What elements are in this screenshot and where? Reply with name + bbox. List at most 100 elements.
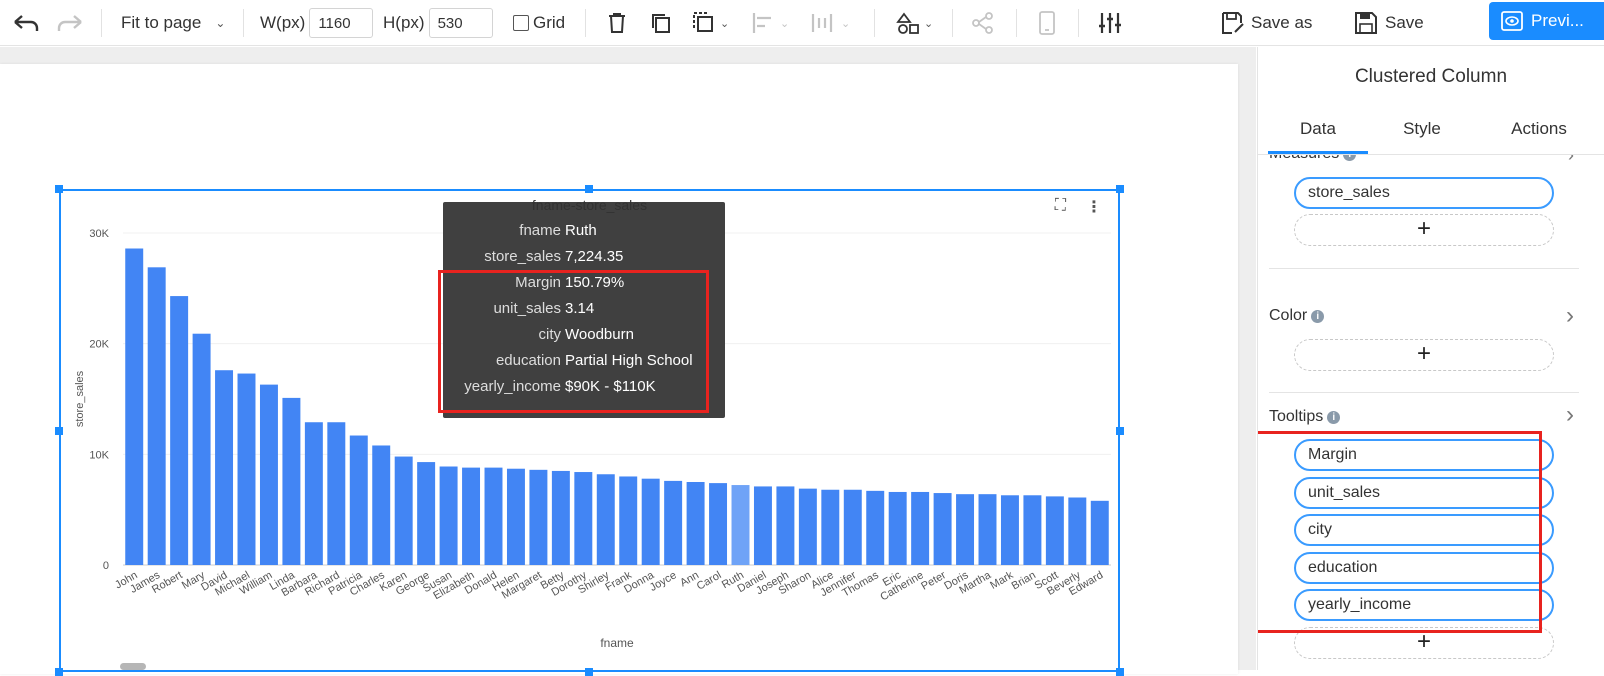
- resize-handle-r[interactable]: [1116, 427, 1124, 435]
- bar-patricia: [349, 435, 368, 565]
- save-label: Save: [1385, 13, 1424, 32]
- chevron-down-icon: ⌄: [780, 17, 790, 30]
- bar-william: [259, 384, 278, 565]
- fit-label: Fit to page: [121, 13, 202, 32]
- bar-joyce: [664, 480, 683, 565]
- bar-alice: [821, 489, 840, 565]
- bar-beverly: [1068, 497, 1087, 565]
- bar-richard: [327, 422, 346, 565]
- tab-actions[interactable]: Actions: [1474, 119, 1604, 139]
- layer-dropdown[interactable]: ⌄: [692, 0, 729, 46]
- bar-barbara: [304, 422, 323, 565]
- save-as-button[interactable]: Save as: [1221, 0, 1312, 46]
- fit-dropdown[interactable]: Fit to page ⌄: [121, 0, 225, 46]
- bar-shirley: [596, 474, 615, 565]
- divider: [101, 9, 102, 37]
- divider: [243, 9, 244, 37]
- distribute-dropdown[interactable]: ⌄: [811, 0, 850, 46]
- chevron-down-icon: ⌄: [841, 17, 851, 30]
- bar-brian: [1023, 495, 1042, 565]
- tooltip-key: store_sales: [484, 248, 561, 265]
- divider: [1269, 268, 1579, 269]
- tooltip-row: fname Ruth: [443, 222, 725, 248]
- height-label: H(px): [383, 13, 425, 32]
- info-icon: i: [1327, 410, 1341, 424]
- preview-button[interactable]: Previ...: [1489, 2, 1604, 40]
- toolbar: Fit to page ⌄ W(px) H(px) Grid ⌄ ⌄ ⌄ ⌄: [0, 0, 1604, 46]
- bar-margaret: [529, 469, 548, 565]
- height-input[interactable]: [428, 8, 493, 38]
- add-measure-button[interactable]: +: [1294, 214, 1554, 246]
- settings-button[interactable]: [1098, 0, 1122, 46]
- copy-icon: [652, 14, 670, 33]
- tab-data[interactable]: Data: [1268, 119, 1368, 139]
- share-button[interactable]: [972, 0, 994, 46]
- chevron-down-icon: ⌄: [924, 17, 934, 30]
- share-icon: [972, 12, 993, 34]
- grid-checkbox[interactable]: Grid: [513, 0, 565, 46]
- info-icon: i: [1311, 309, 1325, 323]
- chevron-down-icon: ⌄: [720, 17, 730, 30]
- align-left-icon: [752, 13, 771, 33]
- undo-button[interactable]: [12, 0, 40, 46]
- mobile-button[interactable]: [1038, 0, 1056, 46]
- bar-dorothy: [574, 472, 593, 565]
- chevron-right-icon[interactable]: ›: [1566, 302, 1574, 330]
- info-icon: i: [1343, 155, 1357, 161]
- save-icon: [1355, 12, 1377, 34]
- add-color-button[interactable]: +: [1294, 339, 1554, 371]
- save-button[interactable]: Save: [1355, 0, 1424, 46]
- resize-handle-b[interactable]: [585, 668, 593, 676]
- bar-george: [417, 462, 436, 565]
- measure-pill[interactable]: store_sales: [1294, 177, 1554, 209]
- copy-button[interactable]: [650, 0, 672, 46]
- active-tab-indicator: [1268, 151, 1368, 154]
- chevron-right-icon[interactable]: ›: [1568, 155, 1574, 166]
- bar-scott: [1045, 496, 1064, 565]
- redo-icon: [57, 15, 82, 31]
- delete-button[interactable]: [607, 0, 627, 46]
- scroll-thumb[interactable]: [120, 663, 146, 670]
- width-input[interactable]: [309, 8, 374, 38]
- bar-linda: [282, 397, 301, 565]
- resize-handle-t[interactable]: [585, 185, 593, 193]
- y-tick-label: 10K: [89, 449, 109, 461]
- tooltip-value: Ruth: [565, 222, 597, 239]
- y-tick-label: 0: [103, 560, 109, 572]
- align-dropdown[interactable]: ⌄: [752, 0, 789, 46]
- tooltip-key: fname: [519, 222, 561, 239]
- bar-thomas: [866, 490, 885, 565]
- y-axis-label: store_sales: [74, 370, 86, 427]
- checkbox-icon: [513, 15, 529, 31]
- bar-ann: [686, 482, 705, 565]
- bar-joseph: [776, 486, 795, 565]
- y-tick-label: 20K: [89, 339, 109, 351]
- panel-scroll[interactable]: Measures i › store_sales + Color i › + T…: [1258, 155, 1604, 670]
- bar-ruth: [731, 485, 750, 565]
- resize-handle-br[interactable]: [1116, 668, 1124, 676]
- tab-style[interactable]: Style: [1372, 119, 1472, 139]
- bar-elizabeth: [462, 467, 481, 565]
- chevron-right-icon[interactable]: ›: [1566, 401, 1574, 429]
- resize-handle-tr[interactable]: [1116, 185, 1124, 193]
- shapes-icon: [896, 12, 919, 34]
- resize-handle-tl[interactable]: [55, 185, 63, 193]
- resize-handle-bl[interactable]: [55, 668, 63, 676]
- save-as-label: Save as: [1251, 13, 1313, 32]
- divider: [874, 9, 875, 37]
- y-tick-label: 30K: [89, 228, 109, 240]
- bar-mark: [1000, 495, 1019, 565]
- bar-edward: [1090, 500, 1109, 565]
- shapes-dropdown[interactable]: ⌄: [896, 0, 933, 46]
- bar-john: [125, 248, 144, 565]
- bar-helen: [506, 468, 525, 565]
- redo-button[interactable]: [56, 0, 84, 46]
- distribute-icon: [811, 14, 833, 32]
- bar-sharon: [798, 488, 817, 565]
- tooltips-label: Tooltips i: [1269, 408, 1341, 426]
- divider: [1269, 392, 1579, 393]
- highlight-box-tooltip: [438, 270, 709, 413]
- resize-handle-l[interactable]: [55, 427, 63, 435]
- bar-susan: [439, 466, 458, 565]
- width-label: W(px): [260, 13, 306, 32]
